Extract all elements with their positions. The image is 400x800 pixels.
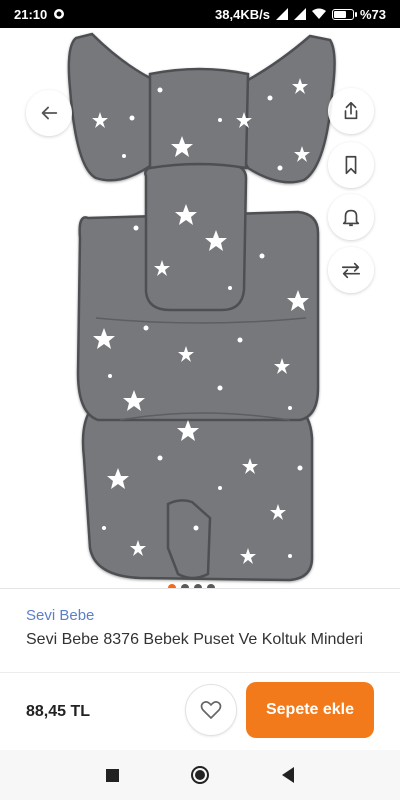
product-price: 88,45 TL [26,703,91,720]
status-bar: 21:10 38,4KB/s %73 [0,0,400,28]
wifi-icon [311,8,326,19]
chat-icon [54,9,65,19]
home-circle-icon [195,770,206,780]
brand-link[interactable]: Sevi Bebe [26,607,94,624]
add-to-cart-button[interactable]: Sepete ekle [246,682,374,738]
system-nav-bar [0,750,400,800]
bell-icon [342,209,360,227]
product-image-gallery[interactable] [0,28,400,588]
signal-icon [275,8,288,20]
status-time: 21:10 [14,6,48,22]
divider [0,588,400,589]
bookmark-icon [345,155,357,175]
status-right: 38,4KB/s %73 [215,7,386,22]
back-button[interactable] [26,90,72,136]
recent-apps-button[interactable] [106,768,120,782]
product-title: Sevi Bebe 8376 Bebek Puset Ve Koltuk Min… [26,631,364,648]
compare-arrows-icon [341,262,361,279]
share-button[interactable] [328,88,374,134]
signal-icon-2 [293,8,306,20]
bottom-action-bar: 88,45 TL Sepete ekle [0,672,400,750]
share-icon [344,101,358,120]
network-speed: 38,4KB/s [215,6,270,22]
status-left: 21:10 [14,7,65,22]
heart-icon [200,701,222,719]
home-button[interactable] [191,766,210,784]
system-back-button[interactable] [281,767,294,783]
arrow-left-icon [41,106,58,120]
favorite-button[interactable] [185,684,237,736]
compare-button[interactable] [328,247,374,293]
battery-percent: %73 [359,6,386,22]
battery-icon [331,8,357,20]
price-alert-button[interactable] [328,194,374,240]
bookmark-button[interactable] [328,142,374,188]
